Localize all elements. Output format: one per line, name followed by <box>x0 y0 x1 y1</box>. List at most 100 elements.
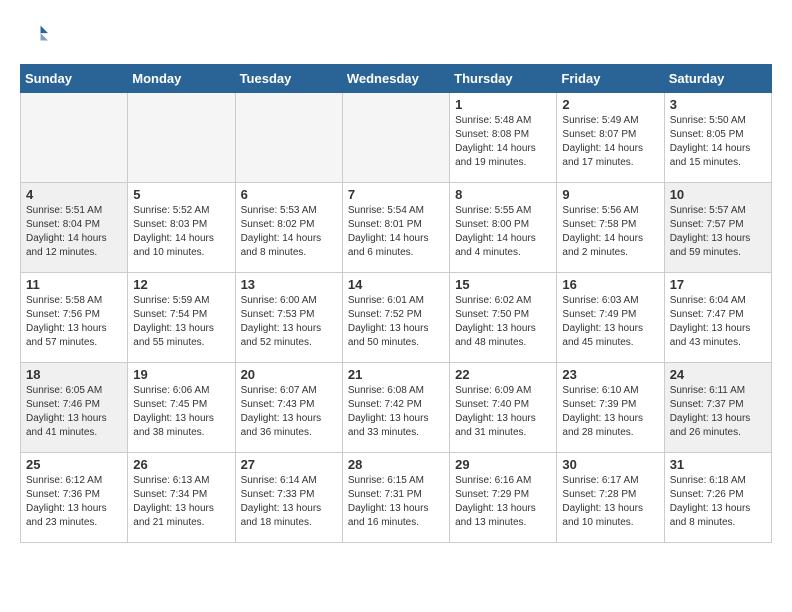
calendar-cell: 27 Sunrise: 6:14 AMSunset: 7:33 PMDayligh… <box>235 453 342 543</box>
day-info: Sunrise: 6:05 AMSunset: 7:46 PMDaylight:… <box>26 384 122 440</box>
day-info: Sunrise: 5:49 AMSunset: 8:07 PMDaylight:… <box>562 114 658 170</box>
day-info: Sunrise: 6:04 AMSunset: 7:47 PMDaylight:… <box>670 294 766 350</box>
day-number: 14 <box>348 277 444 292</box>
calendar-week-3: 11 Sunrise: 5:58 AMSunset: 7:56 PMDayligh… <box>21 273 772 363</box>
day-number: 9 <box>562 187 658 202</box>
day-info: Sunrise: 5:48 AMSunset: 8:08 PMDaylight:… <box>455 114 551 170</box>
day-info: Sunrise: 6:16 AMSunset: 7:29 PMDaylight:… <box>455 474 551 530</box>
calendar-cell: 8 Sunrise: 5:55 AMSunset: 8:00 PMDaylight… <box>450 183 557 273</box>
col-header-thursday: Thursday <box>450 65 557 93</box>
col-header-saturday: Saturday <box>664 65 771 93</box>
calendar-cell: 29 Sunrise: 6:16 AMSunset: 7:29 PMDayligh… <box>450 453 557 543</box>
day-number: 4 <box>26 187 122 202</box>
calendar-cell <box>342 93 449 183</box>
day-number: 24 <box>670 367 766 382</box>
calendar-cell: 24 Sunrise: 6:11 AMSunset: 7:37 PMDayligh… <box>664 363 771 453</box>
calendar-cell: 18 Sunrise: 6:05 AMSunset: 7:46 PMDayligh… <box>21 363 128 453</box>
calendar-week-5: 25 Sunrise: 6:12 AMSunset: 7:36 PMDayligh… <box>21 453 772 543</box>
day-number: 13 <box>241 277 337 292</box>
calendar-table: SundayMondayTuesdayWednesdayThursdayFrid… <box>20 64 772 543</box>
day-number: 28 <box>348 457 444 472</box>
calendar-cell: 6Sunrise: 5:53 AMSunset: 8:02 PMDaylight… <box>235 183 342 273</box>
day-number: 6 <box>241 187 337 202</box>
day-number: 22 <box>455 367 551 382</box>
calendar-cell: 7Sunrise: 5:54 AMSunset: 8:01 PMDaylight… <box>342 183 449 273</box>
calendar-cell: 10Sunrise: 5:57 AMSunset: 7:57 PMDayligh… <box>664 183 771 273</box>
calendar-week-1: 1 Sunrise: 5:48 AMSunset: 8:08 PMDaylight… <box>21 93 772 183</box>
day-info: Sunrise: 5:56 AMSunset: 7:58 PMDaylight:… <box>562 204 658 260</box>
calendar-cell: 21Sunrise: 6:08 AMSunset: 7:42 PMDayligh… <box>342 363 449 453</box>
col-header-tuesday: Tuesday <box>235 65 342 93</box>
day-number: 29 <box>455 457 551 472</box>
logo-icon <box>20 20 48 48</box>
calendar-cell: 3 Sunrise: 5:50 AMSunset: 8:05 PMDaylight… <box>664 93 771 183</box>
calendar-cell: 20 Sunrise: 6:07 AMSunset: 7:43 PMDayligh… <box>235 363 342 453</box>
day-info: Sunrise: 5:54 AMSunset: 8:01 PMDaylight:… <box>348 204 444 260</box>
day-number: 15 <box>455 277 551 292</box>
calendar-week-4: 18 Sunrise: 6:05 AMSunset: 7:46 PMDayligh… <box>21 363 772 453</box>
day-number: 19 <box>133 367 229 382</box>
day-number: 25 <box>26 457 122 472</box>
day-info: Sunrise: 6:14 AMSunset: 7:33 PMDaylight:… <box>241 474 337 530</box>
calendar-cell: 30 Sunrise: 6:17 AMSunset: 7:28 PMDayligh… <box>557 453 664 543</box>
calendar-cell: 23 Sunrise: 6:10 AMSunset: 7:39 PMDayligh… <box>557 363 664 453</box>
day-info: Sunrise: 6:15 AMSunset: 7:31 PMDaylight:… <box>348 474 444 530</box>
calendar-cell: 2 Sunrise: 5:49 AMSunset: 8:07 PMDaylight… <box>557 93 664 183</box>
day-number: 20 <box>241 367 337 382</box>
day-number: 3 <box>670 97 766 112</box>
day-info: Sunrise: 6:18 AMSunset: 7:26 PMDaylight:… <box>670 474 766 530</box>
calendar-cell: 19Sunrise: 6:06 AMSunset: 7:45 PMDayligh… <box>128 363 235 453</box>
day-number: 30 <box>562 457 658 472</box>
calendar-cell: 12 Sunrise: 5:59 AMSunset: 7:54 PMDayligh… <box>128 273 235 363</box>
calendar-cell: 22Sunrise: 6:09 AMSunset: 7:40 PMDayligh… <box>450 363 557 453</box>
day-info: Sunrise: 5:58 AMSunset: 7:56 PMDaylight:… <box>26 294 122 350</box>
calendar-cell: 5 Sunrise: 5:52 AMSunset: 8:03 PMDaylight… <box>128 183 235 273</box>
logo <box>20 20 52 48</box>
day-info: Sunrise: 6:10 AMSunset: 7:39 PMDaylight:… <box>562 384 658 440</box>
day-number: 1 <box>455 97 551 112</box>
day-number: 12 <box>133 277 229 292</box>
col-header-friday: Friday <box>557 65 664 93</box>
day-number: 31 <box>670 457 766 472</box>
day-info: Sunrise: 6:12 AMSunset: 7:36 PMDaylight:… <box>26 474 122 530</box>
calendar-cell: 11 Sunrise: 5:58 AMSunset: 7:56 PMDayligh… <box>21 273 128 363</box>
day-info: Sunrise: 6:07 AMSunset: 7:43 PMDaylight:… <box>241 384 337 440</box>
calendar-cell: 1 Sunrise: 5:48 AMSunset: 8:08 PMDaylight… <box>450 93 557 183</box>
day-info: Sunrise: 6:17 AMSunset: 7:28 PMDaylight:… <box>562 474 658 530</box>
calendar-cell: 9 Sunrise: 5:56 AMSunset: 7:58 PMDaylight… <box>557 183 664 273</box>
calendar-cell: 16 Sunrise: 6:03 AMSunset: 7:49 PMDayligh… <box>557 273 664 363</box>
day-number: 2 <box>562 97 658 112</box>
day-info: Sunrise: 5:57 AMSunset: 7:57 PMDaylight:… <box>670 204 766 260</box>
day-number: 11 <box>26 277 122 292</box>
day-info: Sunrise: 6:08 AMSunset: 7:42 PMDaylight:… <box>348 384 444 440</box>
day-number: 23 <box>562 367 658 382</box>
day-info: Sunrise: 5:52 AMSunset: 8:03 PMDaylight:… <box>133 204 229 260</box>
calendar-cell: 14Sunrise: 6:01 AMSunset: 7:52 PMDayligh… <box>342 273 449 363</box>
day-info: Sunrise: 6:03 AMSunset: 7:49 PMDaylight:… <box>562 294 658 350</box>
day-info: Sunrise: 6:02 AMSunset: 7:50 PMDaylight:… <box>455 294 551 350</box>
calendar-cell <box>21 93 128 183</box>
calendar-cell: 28 Sunrise: 6:15 AMSunset: 7:31 PMDayligh… <box>342 453 449 543</box>
day-info: Sunrise: 5:50 AMSunset: 8:05 PMDaylight:… <box>670 114 766 170</box>
page-header <box>20 20 772 48</box>
day-number: 8 <box>455 187 551 202</box>
calendar-cell: 4 Sunrise: 5:51 AMSunset: 8:04 PMDaylight… <box>21 183 128 273</box>
calendar-cell <box>235 93 342 183</box>
calendar-cell: 13Sunrise: 6:00 AMSunset: 7:53 PMDayligh… <box>235 273 342 363</box>
day-info: Sunrise: 5:59 AMSunset: 7:54 PMDaylight:… <box>133 294 229 350</box>
day-info: Sunrise: 5:51 AMSunset: 8:04 PMDaylight:… <box>26 204 122 260</box>
day-info: Sunrise: 6:11 AMSunset: 7:37 PMDaylight:… <box>670 384 766 440</box>
header-row: SundayMondayTuesdayWednesdayThursdayFrid… <box>21 65 772 93</box>
day-info: Sunrise: 5:55 AMSunset: 8:00 PMDaylight:… <box>455 204 551 260</box>
day-number: 27 <box>241 457 337 472</box>
day-number: 18 <box>26 367 122 382</box>
day-number: 26 <box>133 457 229 472</box>
calendar-cell: 15 Sunrise: 6:02 AMSunset: 7:50 PMDayligh… <box>450 273 557 363</box>
col-header-sunday: Sunday <box>21 65 128 93</box>
day-number: 17 <box>670 277 766 292</box>
col-header-monday: Monday <box>128 65 235 93</box>
day-number: 16 <box>562 277 658 292</box>
day-number: 5 <box>133 187 229 202</box>
col-header-wednesday: Wednesday <box>342 65 449 93</box>
calendar-cell: 26Sunrise: 6:13 AMSunset: 7:34 PMDayligh… <box>128 453 235 543</box>
